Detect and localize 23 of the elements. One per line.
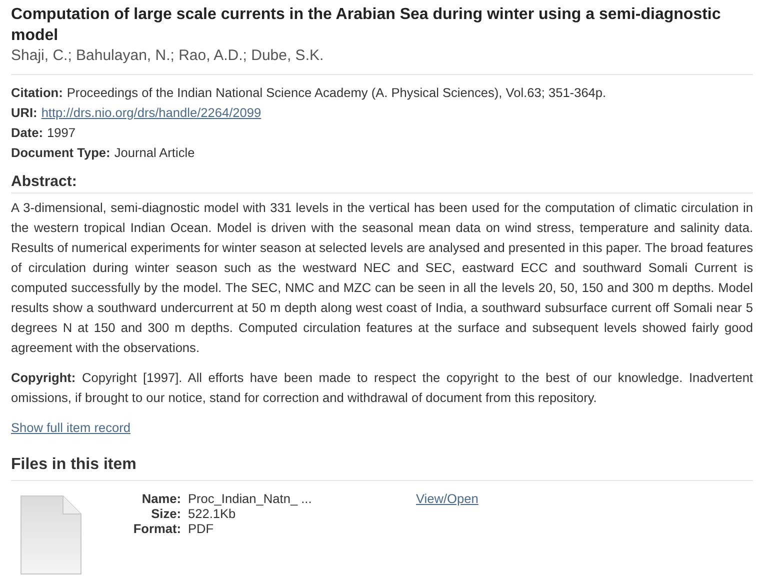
files-heading: Files in this item	[11, 456, 753, 481]
view-open-link[interactable]: View/Open	[416, 491, 478, 506]
field-label: Date:	[11, 125, 43, 140]
field-label: Document Type:	[11, 145, 110, 160]
item-title: Computation of large scale currents in the Arabian Sea during winter using a semi-diagnostic model	[11, 5, 722, 46]
field-value: 1997	[47, 125, 76, 140]
full-record-link[interactable]: Show full item record	[11, 420, 130, 435]
file-meta-label: Name:	[140, 491, 181, 506]
file-meta-value: PDF	[188, 521, 214, 536]
file-meta-label: Size:	[150, 506, 181, 521]
field-label: Citation:	[11, 85, 63, 100]
file-meta-value: 522.1Kb	[188, 506, 236, 521]
file-icon[interactable]	[20, 495, 82, 575]
abstract-heading: Abstract:	[11, 173, 753, 194]
file-meta-label: Format:	[132, 521, 181, 536]
field-value: Journal Article	[114, 145, 195, 160]
file-meta-value: Proc_Indian_Natn_ ...	[188, 491, 312, 506]
authors: Shaji, C.; Bahulayan, N.; Rao, A.D.; Dube, S.K.	[11, 46, 753, 75]
copyright-text: Copyright: Copyright [1997]. All efforts have been made to respect the copyright to the best of our knowledge. Inadvertent omissions, if brought to our notice, stand for correction and withdrawal of document from this repository.	[11, 369, 753, 407]
field-label: URI:	[11, 105, 38, 120]
uri-link[interactable]: http://drs.nio.org/drs/handle/2264/2099	[41, 105, 262, 120]
field-value: Proceedings of the Indian National Science Academy (A. Physical Sciences), Vol.63; 351-364p.	[66, 85, 606, 100]
abstract-text: A 3-dimensional, semi-diagnostic model with 331 levels in the vertical has been used for the computation of climatic circulation in the western tropical Indian Ocean. Model is driven with the seasonal mean data on wind stress, temperature and salinity data. Results of numerical experiments for winter season at selected levels are analysed and presented in this paper. The broad features of circulation during winter season such as the westward NEC and SEC, eastward ECC and southward Somali Current is computed successfully by the model. The SEC, NMC and MZC can be seen in all the levels 20, 50, 150 and 300 m depths. Model results show a southward undercurrent at 50 m depth along west coast of India, a southward subsurface current off Somali near 5 degrees N at 150 and 300 m depths. Computed circulation features at the surface and subsequent levels showed fairly good agreement with the observations.	[11, 199, 753, 357]
